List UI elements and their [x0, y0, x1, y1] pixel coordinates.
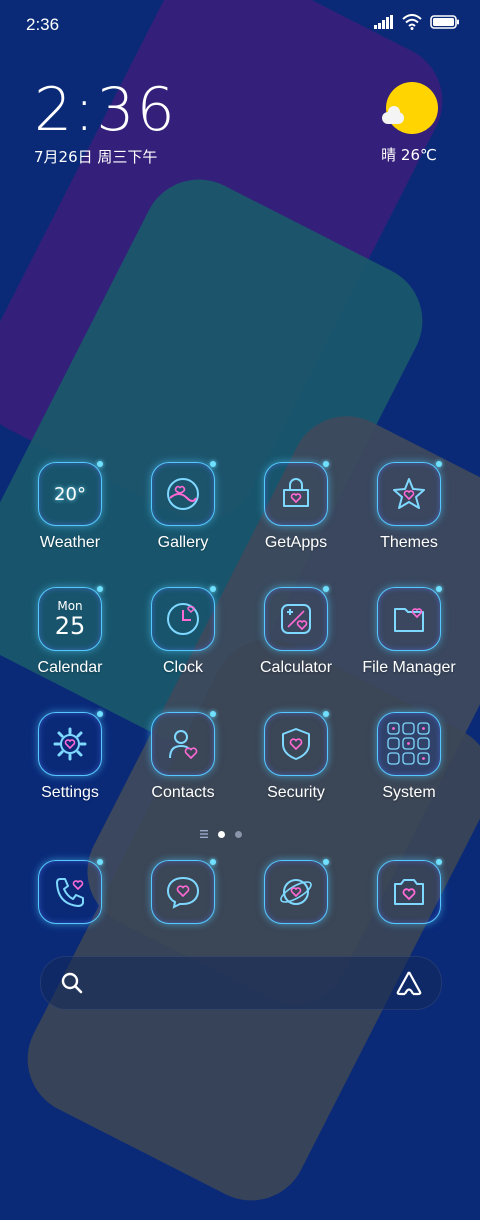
app-file-manager[interactable]: File Manager	[354, 586, 464, 677]
page-indicator[interactable]	[200, 830, 242, 838]
status-icons	[374, 14, 460, 30]
app-label: Calendar	[37, 659, 103, 676]
calendar-icon: Mon 25	[38, 586, 103, 651]
app-system-folder[interactable]: System	[354, 712, 464, 802]
app-label: Clock	[162, 659, 203, 676]
browser-icon	[264, 859, 329, 924]
weather-summary: 晴 26℃	[381, 146, 437, 164]
app-settings[interactable]: Settings	[15, 711, 125, 802]
messages-icon	[151, 859, 216, 924]
app-label: System	[382, 784, 436, 801]
contacts-icon	[151, 711, 216, 776]
app-label: Settings	[41, 784, 99, 801]
weather-icon: 20°	[38, 461, 103, 526]
app-label: Themes	[380, 534, 438, 551]
app-gallery[interactable]: Gallery	[128, 461, 238, 552]
camera-icon	[377, 859, 442, 924]
app-label: GetApps	[264, 534, 328, 551]
app-contacts[interactable]: Contacts	[128, 711, 238, 802]
app-themes[interactable]: Themes	[354, 461, 464, 552]
page-list-icon	[200, 830, 208, 838]
app-label: Weather	[39, 534, 101, 551]
app-label: Gallery	[157, 534, 209, 551]
widget-time: 2:36	[34, 75, 177, 145]
app-label: Security	[267, 784, 325, 801]
app-label: Calculator	[259, 659, 333, 676]
app-security[interactable]: Security	[241, 711, 351, 802]
app-calendar[interactable]: Mon 25 Calendar	[15, 586, 125, 677]
dock-browser[interactable]	[241, 859, 351, 924]
dock-camera[interactable]	[354, 859, 464, 924]
app-clock[interactable]: Clock	[128, 586, 238, 677]
wifi-icon	[402, 14, 422, 30]
signal-icon	[374, 15, 393, 29]
phone-icon	[38, 859, 103, 924]
widget-date: 7月26日 周三下午	[34, 148, 158, 166]
gallery-icon	[151, 461, 216, 526]
page-dot-active	[218, 830, 225, 838]
page-dot	[235, 830, 242, 838]
calculator-icon	[264, 586, 329, 651]
clock-icon	[151, 586, 216, 651]
app-label: File Manager	[362, 659, 456, 676]
system-folder-icon	[377, 712, 441, 776]
app-getapps[interactable]: GetApps	[241, 461, 351, 552]
dock-messages[interactable]	[128, 859, 238, 924]
dock-phone[interactable]	[15, 859, 125, 924]
sunny-weather-icon	[382, 82, 438, 134]
settings-icon	[38, 711, 103, 776]
search-icon	[61, 972, 83, 994]
app-weather[interactable]: 20° Weather	[15, 461, 125, 552]
app-calculator[interactable]: Calculator	[241, 586, 351, 677]
themes-icon	[377, 461, 442, 526]
weather-widget[interactable]: 晴 26℃	[380, 82, 444, 165]
battery-icon	[430, 15, 459, 29]
status-bar: 2:36	[0, 0, 480, 50]
assistant-icon[interactable]	[395, 970, 423, 996]
search-bar[interactable]	[40, 956, 442, 1010]
app-label: Contacts	[151, 784, 215, 801]
security-icon	[264, 711, 329, 776]
getapps-icon	[264, 461, 329, 526]
file-manager-icon	[377, 586, 442, 651]
status-time: 2:36	[26, 15, 60, 34]
clock-widget[interactable]: 2:36 7月26日 周三下午	[34, 78, 177, 167]
